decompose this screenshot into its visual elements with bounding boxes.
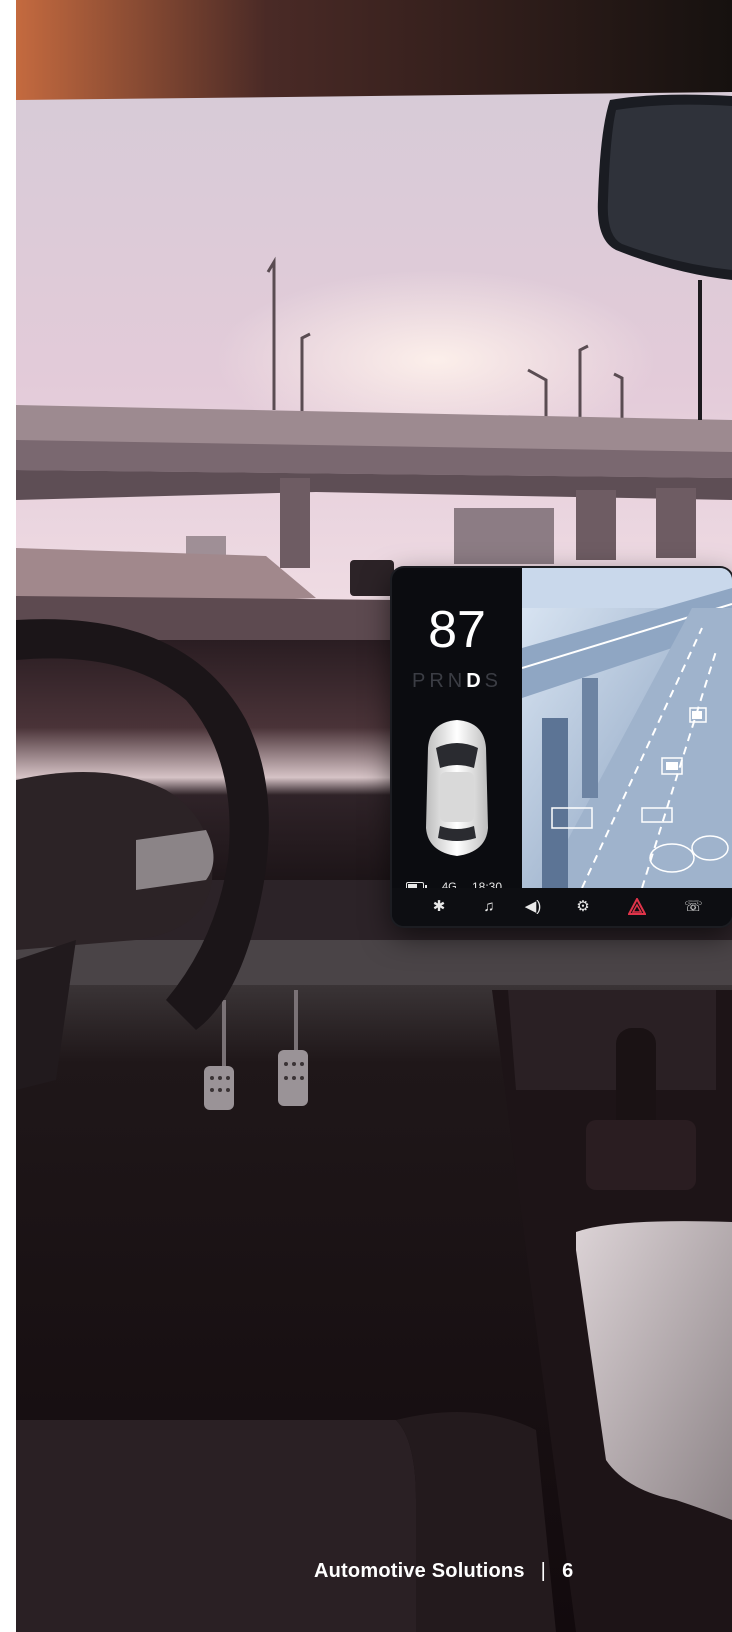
settings-icon[interactable]: ⚙ <box>574 898 592 916</box>
center-display: 87 PRNDS 4G 18:30 ✱ ♫ ◀) ⚙ ☏ <box>392 568 732 926</box>
hazard-icon[interactable] <box>627 896 647 916</box>
car-top-view-icon <box>426 720 488 856</box>
dock-bar: ✱ ♫ ◀) ⚙ ☏ <box>392 888 732 926</box>
gear-s: S <box>484 670 503 692</box>
speed-readout: 87 <box>428 601 486 659</box>
footer-title: Automotive Solutions <box>314 1560 525 1582</box>
music-icon[interactable]: ♫ <box>480 898 498 916</box>
page: 87 PRNDS 4G 18:30 ✱ ♫ ◀) ⚙ ☏ Automotive … <box>16 0 732 1632</box>
road-camera-view <box>522 568 732 888</box>
page-number: 6 <box>562 1560 574 1582</box>
gear-selector: PRNDS <box>392 670 522 693</box>
footer-separator: | <box>540 1560 547 1582</box>
phone-icon[interactable]: ☏ <box>684 898 703 916</box>
volume-icon[interactable]: ◀) <box>524 898 542 916</box>
page-footer: Automotive Solutions | 6 <box>314 1560 573 1583</box>
gear-d: D <box>466 670 485 692</box>
instrument-panel: 87 PRNDS 4G 18:30 <box>392 568 522 894</box>
gear-r: R <box>429 670 448 692</box>
fan-icon[interactable]: ✱ <box>430 898 448 916</box>
gear-n: N <box>447 670 467 692</box>
gear-p: P <box>411 670 430 692</box>
